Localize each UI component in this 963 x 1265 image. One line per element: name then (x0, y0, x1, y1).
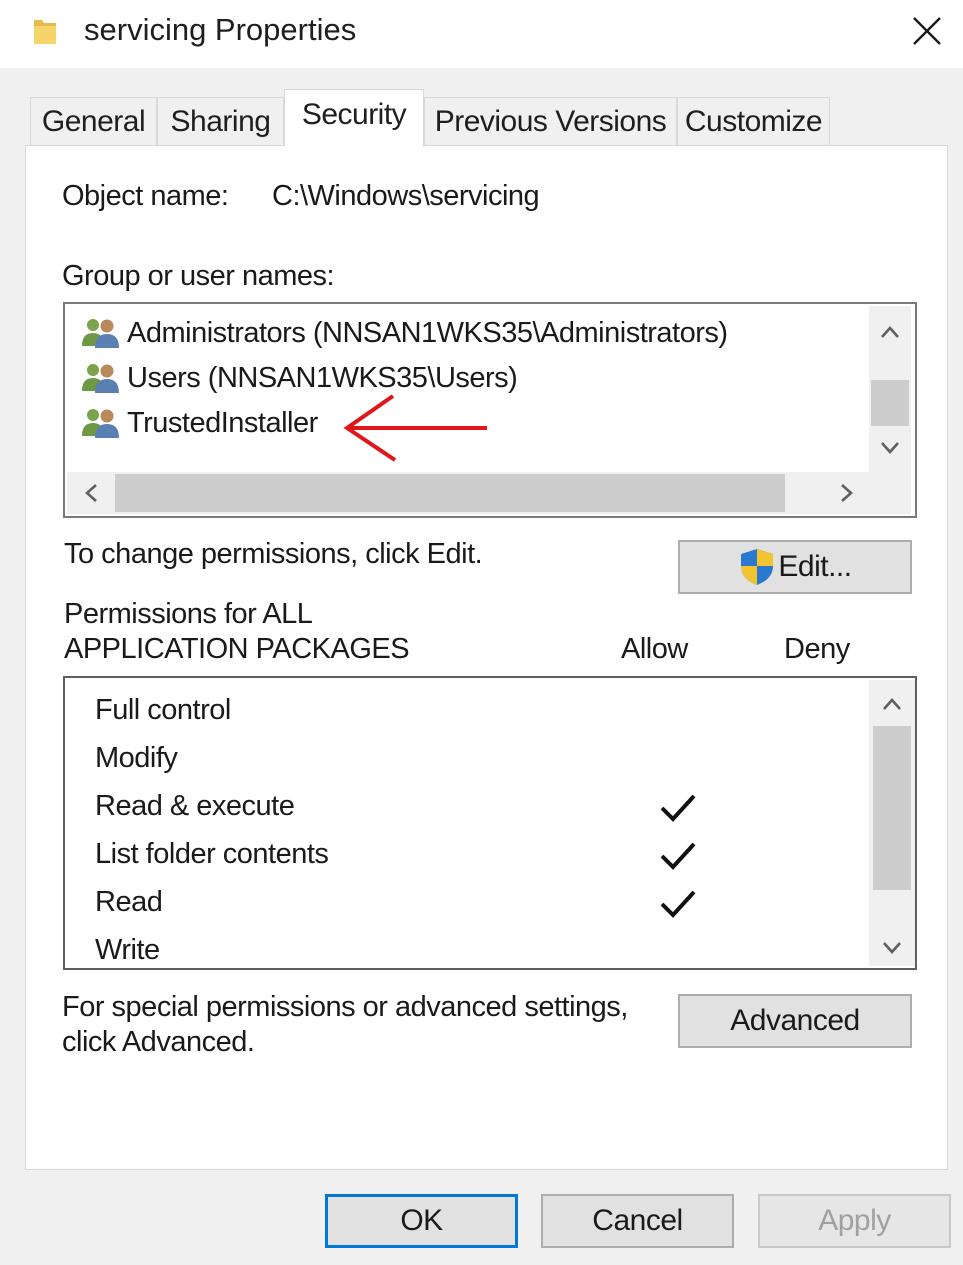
group-user-list[interactable]: Administrators (NNSAN1WKS35\Administrato… (63, 302, 917, 518)
permission-row: List folder contents (95, 830, 875, 878)
tab-general[interactable]: General (30, 97, 157, 145)
change-permissions-text: To change permissions, click Edit. (64, 538, 483, 570)
allow-check-icon (657, 838, 699, 874)
annotation-arrow-icon (343, 394, 487, 462)
deny-cell (817, 934, 859, 970)
edit-button-label: Edit... (778, 550, 852, 583)
users-icon (82, 409, 119, 438)
permissions-for-label-line2: APPLICATION PACKAGES (64, 633, 410, 665)
object-name-label: Object name: (62, 180, 229, 212)
scroll-left-icon[interactable] (73, 472, 109, 514)
scroll-up-icon[interactable] (869, 686, 915, 722)
allow-column-header: Allow (621, 633, 688, 665)
deny-cell (817, 886, 859, 922)
scroll-up-icon[interactable] (869, 314, 911, 350)
group-list-vscrollbar[interactable] (869, 306, 911, 472)
deny-cell (817, 790, 859, 826)
users-icon (82, 319, 119, 348)
close-button[interactable] (890, 0, 963, 62)
permission-name: List folder contents (95, 838, 329, 870)
permission-row: Write (95, 926, 875, 974)
allow-check-icon (657, 790, 699, 826)
permission-name: Write (95, 934, 160, 966)
permissions-list[interactable]: Full control Modify Read & execute List fol… (63, 676, 917, 970)
deny-column-header: Deny (784, 633, 850, 665)
scroll-down-icon[interactable] (869, 430, 911, 466)
advanced-button[interactable]: Advanced (678, 994, 912, 1048)
tab-sharing[interactable]: Sharing (157, 97, 284, 145)
ok-button[interactable]: OK (325, 1194, 518, 1248)
users-icon (82, 364, 119, 393)
allow-check-icon (657, 886, 699, 922)
advanced-settings-text-line2: click Advanced. (62, 1026, 255, 1058)
tab-security[interactable]: Security (284, 89, 424, 147)
deny-cell (817, 742, 859, 778)
group-list-hscrollbar[interactable] (67, 472, 869, 514)
edit-button[interactable]: Edit... (678, 540, 912, 594)
permission-row: Full control (95, 686, 875, 734)
scroll-thumb[interactable] (115, 474, 785, 512)
group-name: Users (NNSAN1WKS35\Users) (127, 361, 518, 394)
scroll-thumb[interactable] (873, 726, 911, 890)
permissions-vscrollbar[interactable] (869, 680, 915, 966)
permission-row: Read (95, 878, 875, 926)
scroll-corner (869, 472, 911, 514)
group-name: TrustedInstaller (127, 406, 318, 439)
window-title: servicing Properties (84, 12, 357, 47)
list-item-trustedinstaller[interactable]: TrustedInstaller (79, 402, 318, 444)
permission-row: Modify (95, 734, 875, 782)
title-bar: servicing Properties (0, 0, 963, 68)
list-item-administrators[interactable]: Administrators (NNSAN1WKS35\Administrato… (79, 312, 728, 354)
scroll-down-icon[interactable] (869, 930, 915, 966)
allow-cell (657, 742, 699, 778)
allow-cell (657, 934, 699, 970)
group-names-label: Group or user names: (62, 260, 335, 292)
tab-previous-versions[interactable]: Previous Versions (424, 97, 677, 145)
permission-name: Read & execute (95, 790, 295, 822)
deny-cell (817, 838, 859, 874)
permission-name: Modify (95, 742, 178, 774)
permission-row: Read & execute (95, 782, 875, 830)
tab-customize[interactable]: Customize (677, 97, 830, 145)
allow-cell (657, 694, 699, 730)
deny-cell (817, 694, 859, 730)
permissions-for-label-line1: Permissions for ALL (64, 598, 313, 630)
scroll-thumb[interactable] (871, 380, 909, 426)
permission-name: Read (95, 886, 163, 918)
cancel-button[interactable]: Cancel (541, 1194, 734, 1248)
object-name-value: C:\Windows\servicing (272, 180, 540, 212)
shield-icon (741, 549, 774, 585)
apply-button[interactable]: Apply (758, 1194, 951, 1248)
folder-icon (32, 16, 58, 46)
advanced-settings-text-line1: For special permissions or advanced sett… (62, 991, 628, 1023)
permission-name: Full control (95, 694, 231, 726)
close-icon (912, 17, 941, 45)
scroll-right-icon[interactable] (829, 472, 865, 514)
group-name: Administrators (NNSAN1WKS35\Administrato… (127, 316, 728, 349)
